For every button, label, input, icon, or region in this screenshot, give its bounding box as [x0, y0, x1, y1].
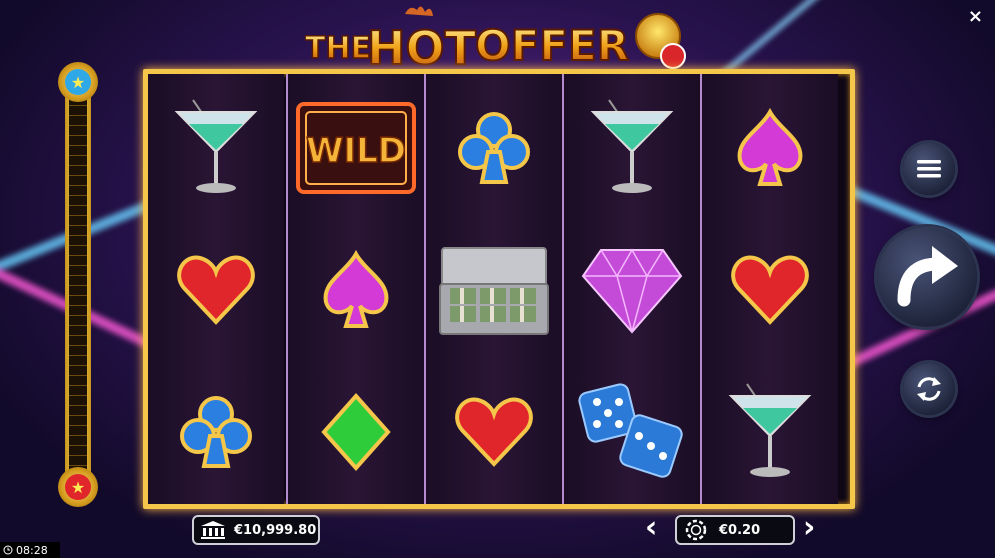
- heart-symbol: [702, 220, 838, 360]
- close-button[interactable]: ×: [968, 6, 983, 27]
- martini-glass-symbol: [148, 78, 284, 218]
- star-icon: ★: [65, 69, 91, 95]
- bonus-meter: ★ ★: [56, 62, 101, 512]
- dice-symbol: [564, 362, 700, 502]
- menu-button[interactable]: [903, 143, 955, 195]
- clock-display: 08:28: [0, 542, 60, 558]
- reel-2: WILD: [286, 74, 424, 504]
- clock-time: 08:28: [16, 543, 48, 557]
- bet-increase-button[interactable]: ›: [803, 513, 823, 543]
- heart-symbol: [426, 362, 562, 502]
- heart-symbol: [148, 220, 284, 360]
- bet-display: €0.20: [675, 515, 795, 545]
- spin-icon: [897, 246, 958, 307]
- diamond-green-symbol: [288, 362, 424, 502]
- wild-symbol: WILD: [288, 78, 424, 218]
- title-text-the: THE: [305, 31, 371, 66]
- martini-glass-symbol: [702, 362, 838, 502]
- balance-display: €10,999.80: [192, 515, 320, 545]
- spade-purple-symbol: [702, 78, 838, 218]
- spin-button[interactable]: [877, 227, 977, 327]
- autoplay-icon: [917, 377, 941, 401]
- clock-icon: [3, 545, 13, 555]
- meter-bottom-chip: ★: [58, 467, 98, 507]
- star-icon: ★: [65, 474, 91, 500]
- gem-diamond-symbol: [564, 220, 700, 360]
- reel-5: [700, 74, 838, 504]
- menu-icon: [917, 160, 941, 178]
- meter-top-chip: ★: [58, 62, 98, 102]
- bet-decrease-button[interactable]: ‹: [645, 513, 665, 543]
- game-logo: THE HOT OFFER: [305, 6, 686, 76]
- reel-3: [424, 74, 562, 504]
- reel-1: [148, 74, 284, 504]
- reel-4: [562, 74, 700, 504]
- spade-purple-symbol: [288, 220, 424, 360]
- club-symbol: [426, 78, 562, 218]
- autoplay-button[interactable]: [903, 363, 955, 415]
- club-symbol: [148, 362, 284, 502]
- balance-value: €10,999.80: [234, 522, 317, 538]
- money-briefcase-symbol: [426, 220, 562, 360]
- title-text-hot: HOT: [367, 21, 477, 75]
- bank-icon: [201, 521, 225, 539]
- chip-icon: [685, 519, 707, 541]
- reels-frame: WILD: [143, 69, 855, 509]
- martini-glass-symbol: [564, 78, 700, 218]
- bet-value: €0.20: [719, 522, 761, 538]
- title-text-offer: OFFER: [475, 21, 629, 70]
- svg-text:WILD: WILD: [306, 131, 406, 171]
- meter-bar: [65, 92, 91, 502]
